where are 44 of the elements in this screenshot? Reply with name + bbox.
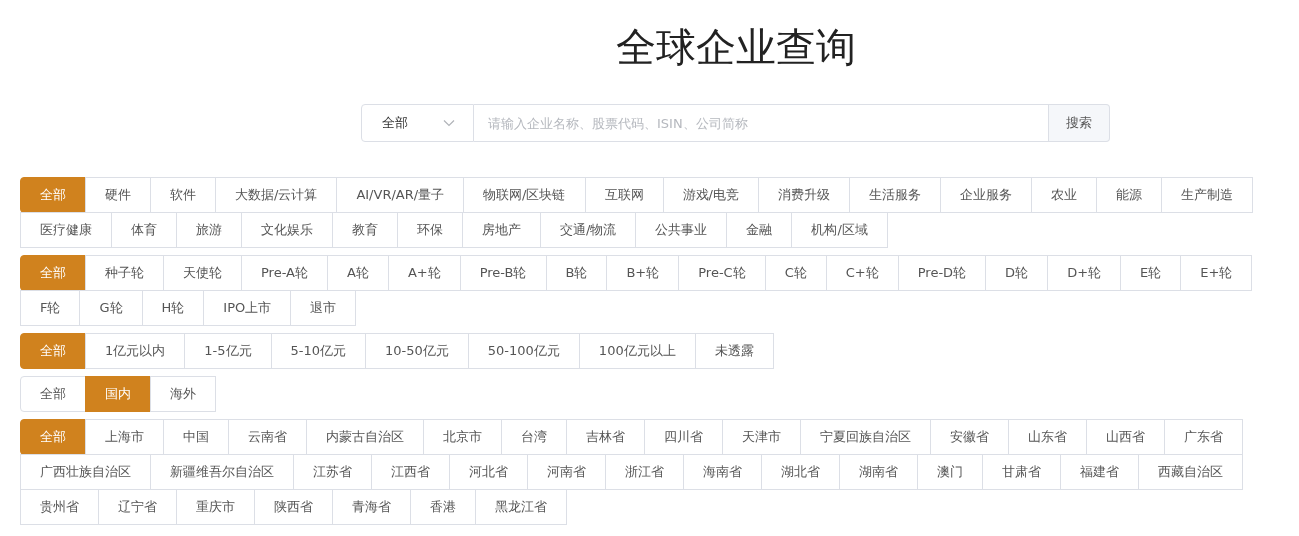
filter-option[interactable]: E轮 bbox=[1120, 255, 1182, 291]
filter-option[interactable]: 种子轮 bbox=[85, 255, 164, 291]
filter-option[interactable]: 100亿元以上 bbox=[578, 333, 696, 369]
page-title: 全球企业查询 bbox=[615, 23, 856, 72]
filter-option[interactable]: 生产制造 bbox=[1160, 177, 1253, 213]
filter-option[interactable]: C+轮 bbox=[825, 255, 899, 291]
filter-option[interactable]: 生活服务 bbox=[848, 177, 941, 213]
filter-option[interactable]: 海外 bbox=[150, 376, 216, 412]
filter-option[interactable]: B+轮 bbox=[606, 255, 680, 291]
filter-option[interactable]: Pre-D轮 bbox=[897, 255, 987, 291]
filter-option[interactable]: D轮 bbox=[985, 255, 1049, 291]
filter-option[interactable]: 1亿元以内 bbox=[85, 333, 186, 369]
filter-option[interactable]: 全部 bbox=[20, 376, 86, 412]
filter-option[interactable]: 农业 bbox=[1030, 177, 1097, 213]
filter-option[interactable]: Pre-B轮 bbox=[459, 255, 547, 291]
chevron-down-icon bbox=[443, 119, 455, 127]
filter-option[interactable]: 10-50亿元 bbox=[365, 333, 469, 369]
filter-option[interactable]: 贵州省 bbox=[20, 489, 99, 525]
filter-option[interactable]: A+轮 bbox=[387, 255, 461, 291]
search-button[interactable]: 搜索 bbox=[1049, 104, 1110, 142]
filter-option[interactable]: 西藏自治区 bbox=[1138, 454, 1243, 490]
filter-option[interactable]: 医疗健康 bbox=[20, 212, 112, 248]
filter-option[interactable]: 广东省 bbox=[1164, 419, 1243, 455]
filter-option[interactable]: 退市 bbox=[290, 290, 357, 326]
filter-option[interactable]: A轮 bbox=[326, 255, 389, 291]
filter-option[interactable]: 机构/区域 bbox=[791, 212, 888, 248]
filter-option[interactable]: 上海市 bbox=[85, 419, 164, 455]
filter-option[interactable]: 黑龙江省 bbox=[475, 489, 567, 525]
search-field[interactable]: 请输入企业名称、股票代码、ISIN、公司简称 bbox=[474, 104, 1049, 142]
filter-option[interactable]: 未透露 bbox=[694, 333, 774, 369]
filter-option[interactable]: Pre-C轮 bbox=[678, 255, 766, 291]
filter-option[interactable]: 硬件 bbox=[85, 177, 151, 213]
scope-dropdown[interactable]: 全部 bbox=[361, 104, 474, 142]
filter-option[interactable]: 能源 bbox=[1095, 177, 1162, 213]
filter-option[interactable]: 5-10亿元 bbox=[270, 333, 367, 369]
filter-option[interactable]: 企业服务 bbox=[939, 177, 1032, 213]
filter-option[interactable]: D+轮 bbox=[1047, 255, 1122, 291]
filter-option[interactable]: B轮 bbox=[545, 255, 608, 291]
filter-option[interactable]: F轮 bbox=[20, 290, 81, 326]
filter-option[interactable]: 1-5亿元 bbox=[184, 333, 272, 369]
filter-option[interactable]: E+轮 bbox=[1180, 255, 1253, 291]
filter-option[interactable]: C轮 bbox=[764, 255, 827, 291]
filter-option[interactable]: G轮 bbox=[79, 290, 143, 326]
filter-option[interactable]: 50-100亿元 bbox=[467, 333, 580, 369]
